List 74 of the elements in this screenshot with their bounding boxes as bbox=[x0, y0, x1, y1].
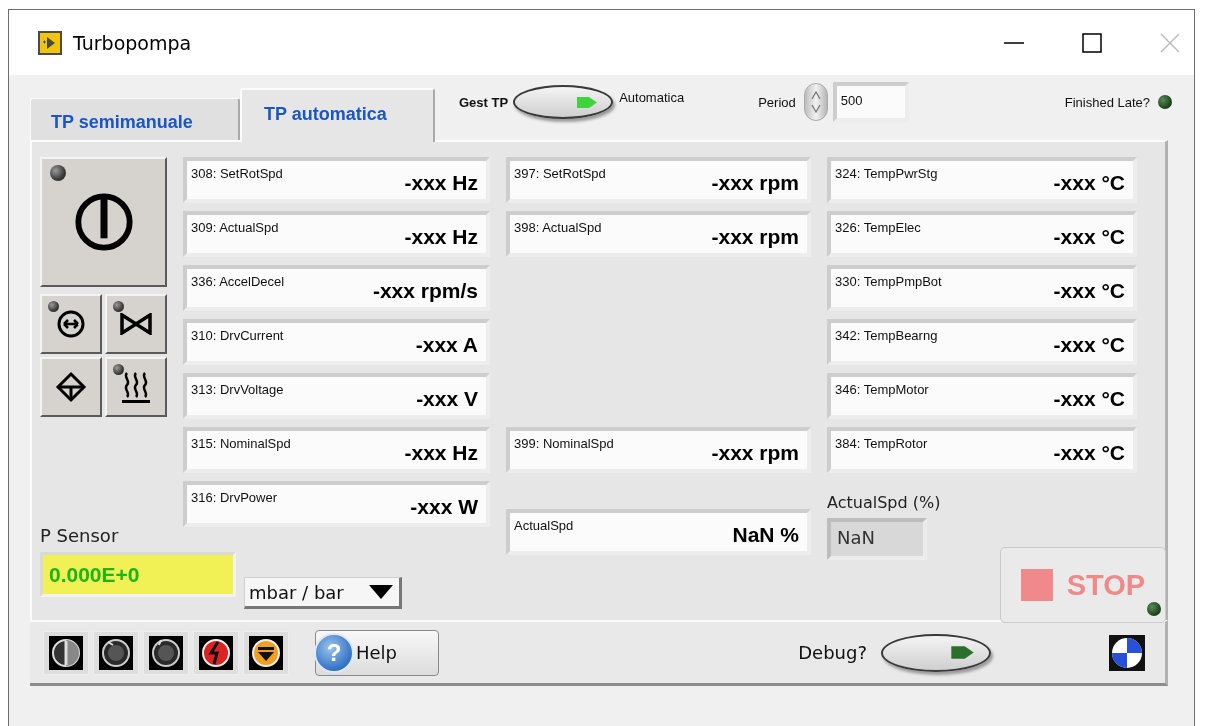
readout-label: 324: TempPwrStg bbox=[835, 166, 938, 181]
readout-value: -xxx Hz bbox=[404, 441, 478, 465]
valve-icon bbox=[120, 313, 152, 335]
numeric-indicator: NaN bbox=[827, 518, 927, 560]
tab[interactable]: TP semimanuale bbox=[30, 98, 240, 140]
readout-label: 346: TempMotor bbox=[835, 382, 929, 397]
readout-value: NaN % bbox=[732, 523, 799, 547]
readout-label: 316: DrvPower bbox=[191, 490, 277, 505]
readout-label: ActualSpd bbox=[514, 518, 574, 533]
stop-square-icon bbox=[1020, 569, 1053, 601]
readout-value: -xxx °C bbox=[1053, 279, 1125, 303]
debug-label: Debug? bbox=[798, 642, 867, 663]
period-field[interactable]: 500 bbox=[832, 82, 909, 122]
readout-label: 310: DrvCurrent bbox=[191, 328, 284, 343]
readout-label: 384: TempRotor bbox=[835, 436, 928, 451]
switch-state-label: Automatica bbox=[619, 90, 685, 105]
lightning-icon bbox=[199, 635, 233, 670]
readout-label: 399: NominalSpd bbox=[514, 436, 614, 451]
unit-value: mbar / bar bbox=[249, 581, 344, 603]
readout-value: -xxx rpm bbox=[711, 171, 799, 195]
toggle-switch[interactable] bbox=[881, 633, 991, 672]
readout-value: -xxx °C bbox=[1053, 333, 1125, 357]
maximize-icon[interactable] bbox=[1082, 32, 1102, 53]
readout-label: 308: SetRotSpd bbox=[191, 166, 283, 181]
readout-value: -xxx Hz bbox=[404, 171, 478, 195]
ring-icon bbox=[149, 635, 183, 670]
help-button[interactable]: ? Help bbox=[315, 629, 439, 676]
readout-value: -xxx Hz bbox=[404, 225, 478, 249]
help-icon: ? bbox=[314, 632, 354, 673]
checkered-ball-icon bbox=[1109, 634, 1145, 671]
spin-buttons[interactable] bbox=[803, 83, 828, 121]
readout-label: 336: AccelDecel bbox=[191, 274, 285, 289]
readout-value: -xxx °C bbox=[1053, 441, 1125, 465]
readout-label: 398: ActualSpd bbox=[514, 220, 602, 235]
readout-label: 309: ActualSpd bbox=[191, 220, 279, 235]
ring-icon bbox=[99, 635, 133, 670]
finished-late-label: Finished Late? bbox=[1064, 94, 1150, 110]
switch-label: Gest TP bbox=[459, 94, 509, 110]
readout-value: -xxx W bbox=[410, 495, 478, 519]
readout-value: -xxx rpm/s bbox=[372, 279, 478, 303]
command-button[interactable] bbox=[40, 294, 102, 354]
readout-label: 397: SetRotSpd bbox=[514, 166, 606, 181]
readout-value: -xxx rpm bbox=[711, 441, 799, 465]
readout-label: 315: NominalSpd bbox=[191, 436, 291, 451]
toggle-switch[interactable] bbox=[513, 85, 614, 119]
arrow-icon bbox=[949, 643, 976, 662]
pressure-value: 0.000E+0 bbox=[40, 552, 236, 597]
dropdown-caret-icon bbox=[369, 585, 393, 599]
readout-label: 326: TempElec bbox=[835, 220, 921, 235]
power-button[interactable] bbox=[40, 157, 167, 287]
diamond-icon bbox=[55, 371, 87, 403]
command-button[interactable] bbox=[105, 357, 167, 417]
readout-label: 313: DrvVoltage bbox=[191, 382, 284, 397]
readout-value: -xxx A bbox=[415, 333, 478, 357]
readout-label: 330: TempPmpBot bbox=[835, 274, 942, 289]
tab[interactable]: TP automatica bbox=[240, 88, 435, 142]
period-label: Period bbox=[758, 94, 796, 110]
readout-label: 342: TempBearng bbox=[835, 328, 938, 343]
command-button[interactable] bbox=[40, 357, 102, 417]
readout-value: -xxx rpm bbox=[711, 225, 799, 249]
stop-label: STOP bbox=[1066, 568, 1146, 602]
unit-dropdown[interactable]: mbar / bar bbox=[244, 577, 402, 609]
readout-value: -xxx °C bbox=[1053, 171, 1125, 195]
readout-value: -xxx °C bbox=[1053, 387, 1125, 411]
power-status-icon bbox=[49, 635, 83, 670]
window-title: Turbopompa bbox=[73, 31, 192, 54]
readout-value: -xxx °C bbox=[1053, 225, 1125, 249]
command-button[interactable] bbox=[105, 294, 167, 354]
app-icon bbox=[38, 30, 62, 55]
readout-value: -xxx V bbox=[416, 387, 478, 411]
sensor-label: P Sensor bbox=[40, 525, 120, 546]
heat-icon bbox=[120, 369, 152, 405]
indicator-label: ActualSpd (%) bbox=[827, 493, 941, 512]
down-arrow-icon bbox=[249, 635, 283, 670]
